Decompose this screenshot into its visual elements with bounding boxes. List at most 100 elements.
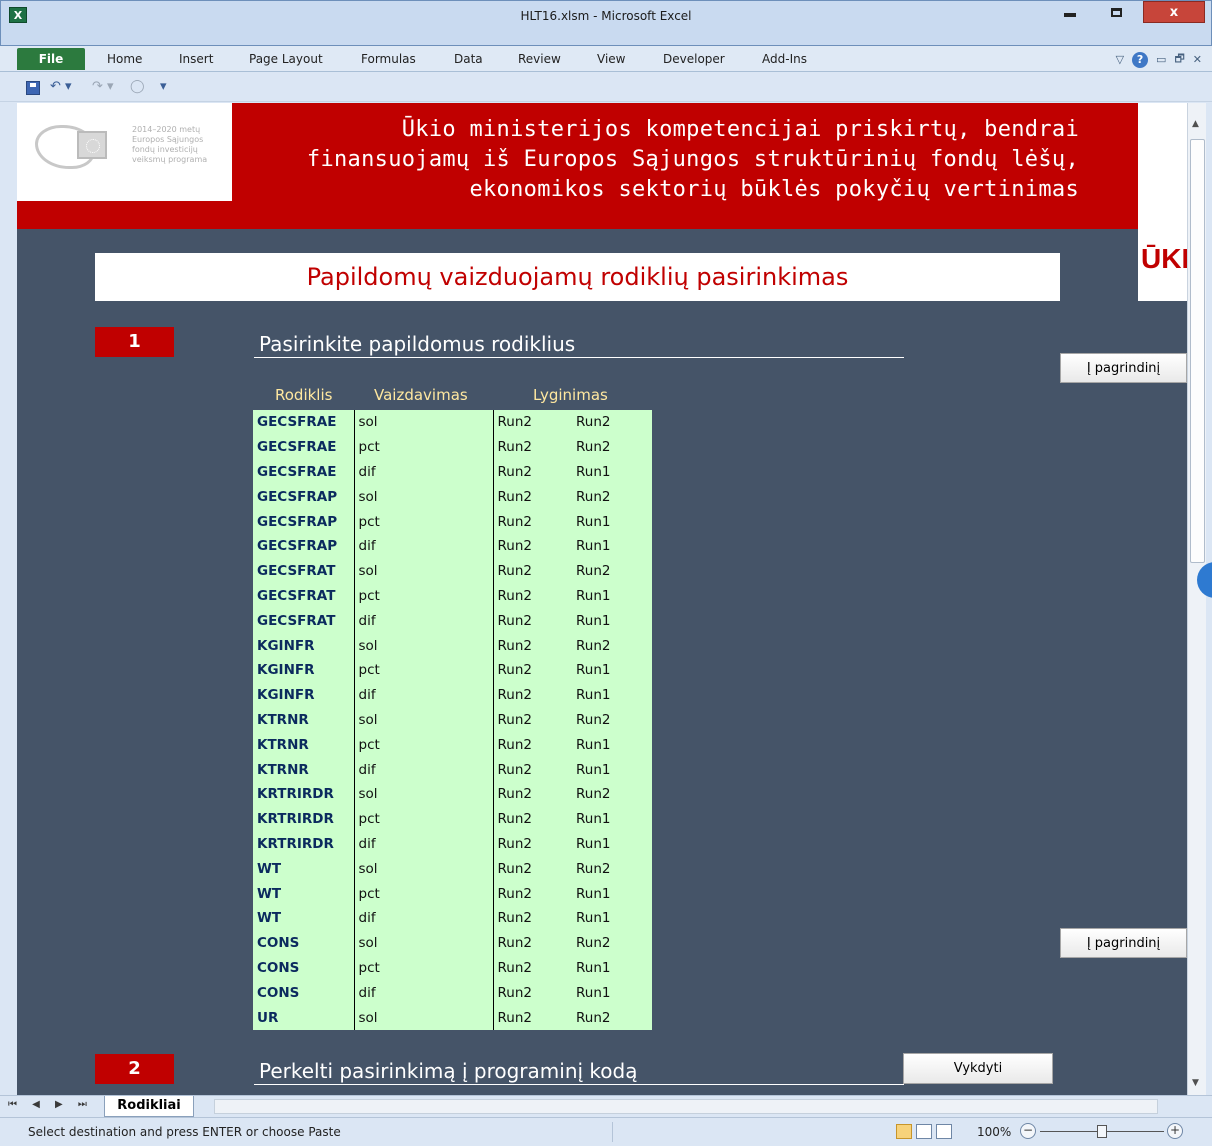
cell-rodiklis[interactable]: KTRNR	[253, 757, 354, 782]
cell-lyginimas-2[interactable]: Run2	[572, 484, 652, 509]
cell-lyginimas-1[interactable]: Run2	[492, 533, 572, 559]
cell-vaizdavimas[interactable]: pct	[353, 732, 493, 758]
cell-vaizdavimas[interactable]: sol	[353, 781, 493, 807]
cell-rodiklis[interactable]: GECSFRAP	[253, 484, 354, 509]
cell-lyginimas-1[interactable]: Run2	[492, 509, 572, 534]
cell-lyginimas-1[interactable]: Run2	[492, 583, 572, 609]
cell-rodiklis[interactable]: KRTRIRDR	[253, 782, 354, 807]
tab-add-ins[interactable]: Add-Ins	[762, 52, 807, 66]
zoom-slider-thumb[interactable]	[1097, 1125, 1107, 1138]
cell-vaizdavimas[interactable]: sol	[353, 856, 493, 882]
cell-lyginimas-2[interactable]: Run2	[572, 931, 652, 956]
page-layout-view-icon[interactable]	[916, 1124, 932, 1139]
cell-rodiklis[interactable]: KTRNR	[253, 732, 354, 757]
cell-vaizdavimas[interactable]: dif	[353, 608, 493, 634]
close-button[interactable]: x	[1143, 1, 1205, 23]
cell-vaizdavimas[interactable]: dif	[353, 905, 493, 931]
cell-rodiklis[interactable]: CONS	[253, 980, 354, 1005]
cell-lyginimas-1[interactable]: Run2	[492, 558, 572, 584]
workbook-minimize-icon[interactable]: ▭	[1156, 53, 1166, 66]
cell-lyginimas-1[interactable]: Run2	[492, 633, 572, 658]
cell-lyginimas-2[interactable]: Run2	[572, 633, 652, 658]
cell-lyginimas-2[interactable]: Run1	[572, 980, 652, 1005]
cell-vaizdavimas[interactable]: sol	[353, 410, 493, 435]
cell-vaizdavimas[interactable]: dif	[353, 682, 493, 708]
circle-icon[interactable]: ◯	[130, 79, 145, 94]
cell-rodiklis[interactable]: KGINFR	[253, 633, 354, 658]
minimize-button[interactable]	[1047, 1, 1093, 23]
cell-vaizdavimas[interactable]: pct	[353, 806, 493, 832]
tab-data[interactable]: Data	[454, 52, 483, 66]
cell-rodiklis[interactable]: GECSFRAT	[253, 559, 354, 584]
cell-vaizdavimas[interactable]: sol	[353, 484, 493, 510]
cell-lyginimas-2[interactable]: Run1	[572, 608, 652, 633]
cell-lyginimas-1[interactable]: Run2	[492, 657, 572, 683]
zoom-in-icon[interactable]: +	[1167, 1123, 1183, 1139]
cell-rodiklis[interactable]: KTRNR	[253, 708, 354, 733]
cell-rodiklis[interactable]: WT	[253, 856, 354, 881]
cell-rodiklis[interactable]: WT	[253, 881, 354, 906]
cell-rodiklis[interactable]: CONS	[253, 931, 354, 956]
cell-vaizdavimas[interactable]: sol	[353, 930, 493, 956]
customize-toolbar-icon[interactable]: ▾	[160, 79, 167, 94]
cell-lyginimas-1[interactable]: Run2	[492, 881, 572, 906]
cell-lyginimas-1[interactable]: Run2	[492, 856, 572, 882]
undo-icon[interactable]: ↶ ▾	[50, 79, 72, 94]
cell-vaizdavimas[interactable]: dif	[353, 533, 493, 559]
cell-vaizdavimas[interactable]: pct	[353, 583, 493, 609]
cell-vaizdavimas[interactable]: sol	[353, 558, 493, 584]
cell-rodiklis[interactable]: KGINFR	[253, 658, 354, 683]
cell-lyginimas-2[interactable]: Run1	[572, 732, 652, 757]
cell-vaizdavimas[interactable]: pct	[353, 881, 493, 906]
cell-lyginimas-2[interactable]: Run2	[572, 1005, 652, 1030]
tab-view[interactable]: View	[597, 52, 625, 66]
execute-button[interactable]: Vykdyti	[903, 1053, 1053, 1084]
workbook-restore-icon[interactable]: 🗗	[1174, 50, 1184, 69]
cell-lyginimas-2[interactable]: Run1	[572, 881, 652, 906]
cell-lyginimas-2[interactable]: Run1	[572, 683, 652, 708]
cell-lyginimas-2[interactable]: Run2	[572, 410, 652, 435]
cell-vaizdavimas[interactable]: dif	[353, 459, 493, 485]
cell-rodiklis[interactable]: GECSFRAE	[253, 435, 354, 460]
cell-lyginimas-1[interactable]: Run2	[492, 955, 572, 981]
cell-lyginimas-2[interactable]: Run1	[572, 956, 652, 981]
cell-vaizdavimas[interactable]: pct	[353, 434, 493, 460]
cell-lyginimas-2[interactable]: Run2	[572, 856, 652, 881]
cell-rodiklis[interactable]: GECSFRAE	[253, 460, 354, 485]
cell-lyginimas-1[interactable]: Run2	[492, 410, 572, 435]
zoom-out-icon[interactable]: −	[1020, 1123, 1036, 1139]
cell-lyginimas-1[interactable]: Run2	[492, 757, 572, 782]
cell-lyginimas-2[interactable]: Run1	[572, 584, 652, 609]
cell-vaizdavimas[interactable]: sol	[353, 707, 493, 733]
maximize-button[interactable]	[1093, 1, 1139, 23]
zoom-level[interactable]: 100%	[977, 1125, 1011, 1139]
cell-vaizdavimas[interactable]: dif	[353, 831, 493, 857]
cell-lyginimas-2[interactable]: Run1	[572, 534, 652, 559]
tab-home[interactable]: Home	[107, 52, 142, 66]
cell-lyginimas-1[interactable]: Run2	[492, 484, 572, 510]
tab-formulas[interactable]: Formulas	[361, 52, 416, 66]
cell-lyginimas-2[interactable]: Run2	[572, 708, 652, 733]
cell-vaizdavimas[interactable]: pct	[353, 509, 493, 534]
cell-lyginimas-2[interactable]: Run1	[572, 807, 652, 832]
cell-vaizdavimas[interactable]: dif	[353, 980, 493, 1006]
tab-page-layout[interactable]: Page Layout	[249, 52, 323, 66]
help-icon[interactable]: ?	[1132, 51, 1149, 68]
cell-lyginimas-1[interactable]: Run2	[492, 980, 572, 1006]
cell-rodiklis[interactable]: GECSFRAP	[253, 509, 354, 534]
cell-lyginimas-1[interactable]: Run2	[492, 459, 572, 485]
cell-vaizdavimas[interactable]: sol	[353, 633, 493, 658]
cell-lyginimas-2[interactable]: Run1	[572, 906, 652, 931]
tab-file[interactable]: File	[17, 48, 85, 70]
cell-lyginimas-1[interactable]: Run2	[492, 434, 572, 460]
cell-lyginimas-1[interactable]: Run2	[492, 707, 572, 733]
cell-vaizdavimas[interactable]: pct	[353, 955, 493, 981]
cell-lyginimas-2[interactable]: Run1	[572, 509, 652, 534]
cell-rodiklis[interactable]: GECSFRAT	[253, 608, 354, 633]
cell-lyginimas-1[interactable]: Run2	[492, 682, 572, 708]
cell-rodiklis[interactable]: KRTRIRDR	[253, 807, 354, 832]
cell-lyginimas-1[interactable]: Run2	[492, 905, 572, 931]
cell-lyginimas-1[interactable]: Run2	[492, 608, 572, 634]
cell-lyginimas-1[interactable]: Run2	[492, 831, 572, 857]
cell-rodiklis[interactable]: GECSFRAP	[253, 534, 354, 559]
